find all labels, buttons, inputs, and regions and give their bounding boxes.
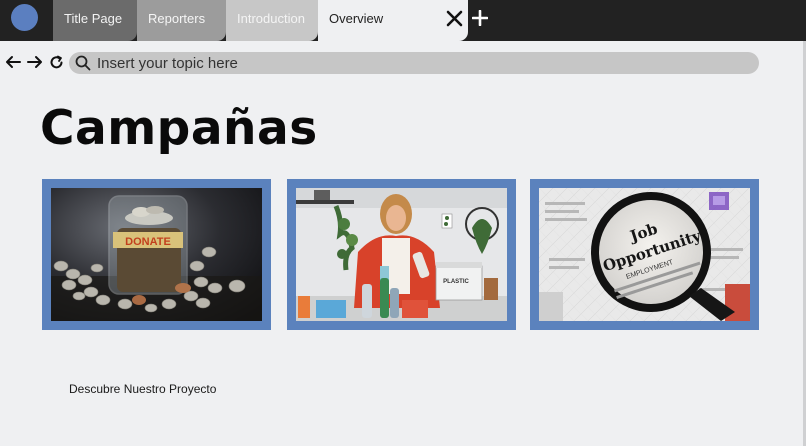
forward-arrow-icon[interactable] <box>27 55 43 69</box>
reload-icon[interactable] <box>49 55 64 70</box>
donation-jar-image: DONATE <box>51 188 262 321</box>
avatar[interactable] <box>11 4 38 31</box>
search-input[interactable] <box>97 52 747 74</box>
job-opportunity-image: Job Opportunity EMPLOYMENT <box>539 188 750 321</box>
tab-reporters[interactable]: Reporters <box>137 0 226 41</box>
discover-project-link[interactable]: Descubre Nuestro Proyecto <box>69 382 216 396</box>
tab-bar: Title Page Reporters Introduction Overvi… <box>0 0 806 41</box>
recycling-woman-image: PLASTIC <box>296 188 507 321</box>
close-icon[interactable] <box>446 10 463 27</box>
jar-label: DONATE <box>125 236 171 248</box>
search-icon <box>75 55 91 71</box>
tab-title-page[interactable]: Title Page <box>53 0 137 41</box>
page-title: Campañas <box>40 101 318 156</box>
tab-introduction[interactable]: Introduction <box>226 0 318 41</box>
campaign-card-donation[interactable]: DONATE <box>42 179 271 330</box>
campaign-card-recycling[interactable]: PLASTIC <box>287 179 516 330</box>
campaign-card-job[interactable]: Job Opportunity EMPLOYMENT <box>530 179 759 330</box>
plus-icon[interactable] <box>472 10 488 26</box>
search-bar[interactable] <box>69 52 759 74</box>
bin-label: PLASTIC <box>443 279 469 285</box>
back-arrow-icon[interactable] <box>5 55 21 69</box>
